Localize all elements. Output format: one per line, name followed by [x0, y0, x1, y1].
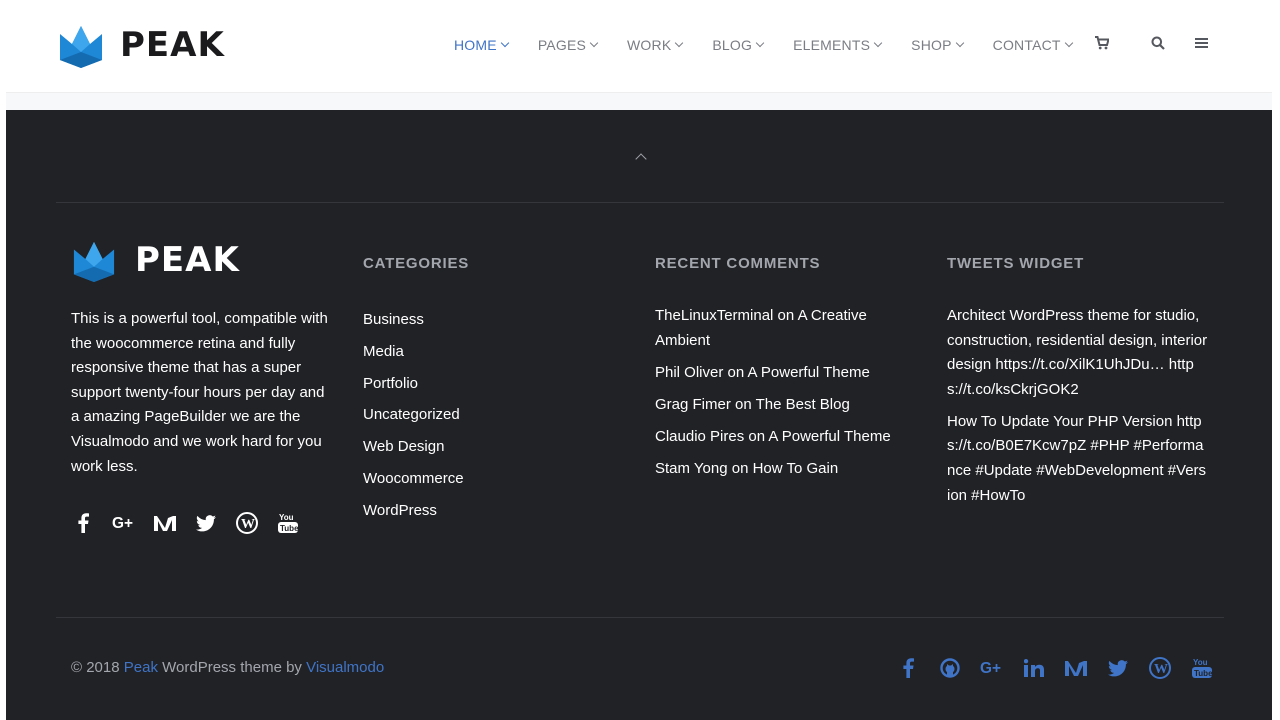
github-icon[interactable]	[938, 656, 962, 680]
main-nav: HOME PAGES WORK BLOG ELEMENTS SHOP CONTA…	[454, 37, 1102, 53]
svg-text:G+: G+	[112, 515, 133, 532]
nav-item-elements[interactable]: ELEMENTS	[793, 37, 883, 53]
chevron-down-icon	[873, 38, 883, 48]
footer-tweets-column: TWEETS WIDGET Architect WordPress theme …	[947, 238, 1209, 516]
comment-link[interactable]: Claudio Pires on A Powerful Theme	[655, 425, 920, 450]
nav-label: WORK	[627, 37, 672, 53]
chevron-down-icon	[955, 38, 964, 48]
svg-text:W: W	[1154, 662, 1168, 677]
nav-item-work[interactable]: WORK	[627, 37, 684, 53]
copyright-year: © 2018	[71, 659, 120, 676]
tweets-list: Architect WordPress theme for studio, co…	[947, 304, 1209, 508]
categories-list: Business Media Portfolio Uncategorized W…	[363, 304, 469, 527]
recent-comments-title: RECENT COMMENTS	[655, 255, 821, 272]
category-link[interactable]: Portfolio	[363, 368, 469, 400]
chevron-down-icon	[589, 38, 599, 48]
twitter-icon[interactable]	[1106, 656, 1130, 680]
tweet-item[interactable]: How To Update Your PHP Version https://t…	[947, 410, 1209, 508]
page-edge-right	[1272, 0, 1280, 720]
copyright-text: WordPress theme by	[162, 659, 302, 676]
comment-link[interactable]: Stam Yong on How To Gain	[655, 457, 920, 482]
tweets-title: TWEETS WIDGET	[947, 255, 1085, 272]
facebook-icon[interactable]	[896, 656, 920, 680]
category-link[interactable]: Woocommerce	[363, 463, 469, 495]
author-link[interactable]: Visualmodo	[306, 659, 384, 676]
brand-link[interactable]: Peak	[124, 659, 158, 676]
youtube-icon[interactable]: You Tube	[276, 511, 300, 535]
nav-item-shop[interactable]: SHOP	[911, 37, 964, 53]
footer-social-icons: G+ W You Tube	[71, 511, 331, 535]
medium-icon[interactable]	[1064, 656, 1088, 680]
tweet-item[interactable]: Architect WordPress theme for studio, co…	[947, 304, 1209, 402]
site-header: PEAK HOME PAGES WORK BLOG ELEMENTS SHOP …	[6, 0, 1272, 92]
footer-brand-name: PEAK	[135, 240, 240, 280]
nav-item-home[interactable]: HOME	[454, 37, 510, 53]
about-text: This is a powerful tool, compatible with…	[71, 310, 328, 475]
footer-recent-comments-column: RECENT COMMENTS TheLinuxTerminal on A Cr…	[655, 238, 920, 489]
category-link[interactable]: Web Design	[363, 431, 469, 463]
footer-about-column: PEAK This is a powerful tool, compatible…	[71, 238, 331, 535]
category-link[interactable]: Media	[363, 336, 469, 368]
footer-categories-column: CATEGORIES Business Media Portfolio Unca…	[363, 238, 469, 527]
site-footer: PEAK This is a powerful tool, compatible…	[6, 110, 1272, 720]
nav-label: PAGES	[537, 37, 587, 53]
nav-label: CONTACT	[992, 37, 1061, 53]
youtube-icon[interactable]: You Tube	[1190, 656, 1214, 680]
medium-icon[interactable]	[153, 511, 177, 535]
wordpress-icon[interactable]: W	[235, 511, 259, 535]
nav-label: BLOG	[712, 37, 753, 53]
svg-text:G+: G+	[980, 660, 1001, 677]
comment-link[interactable]: TheLinuxTerminal on A Creative Ambient	[655, 304, 920, 353]
nav-item-contact[interactable]: CONTACT	[992, 37, 1073, 53]
cart-icon[interactable]	[1095, 36, 1109, 50]
copyright: © 2018 Peak WordPress theme by Visualmod…	[71, 659, 384, 676]
facebook-icon[interactable]	[71, 511, 95, 535]
svg-text:Tube: Tube	[280, 524, 298, 533]
comment-link[interactable]: Grag Fimer on The Best Blog	[655, 393, 920, 418]
footer-divider-top	[56, 202, 1224, 203]
header-logo[interactable]: PEAK	[58, 22, 225, 68]
header-divider	[6, 92, 1272, 110]
search-icon[interactable]	[1151, 36, 1165, 50]
linkedin-icon[interactable]	[1022, 656, 1046, 680]
bottom-social-icons: G+ W You Tube	[896, 656, 1232, 680]
nav-label: SHOP	[911, 37, 952, 53]
wordpress-icon[interactable]: W	[1148, 656, 1172, 680]
chevron-down-icon	[500, 38, 510, 48]
menu-icon[interactable]	[1195, 36, 1208, 50]
svg-text:W: W	[241, 517, 255, 532]
comment-link[interactable]: Phil Oliver on A Powerful Theme	[655, 361, 920, 386]
nav-label: HOME	[454, 37, 497, 53]
twitter-icon[interactable]	[194, 511, 218, 535]
chevron-down-icon	[675, 38, 684, 48]
brand-name: PEAK	[120, 25, 225, 65]
nav-item-pages[interactable]: PAGES	[537, 37, 599, 53]
nav-item-blog[interactable]: BLOG	[712, 37, 765, 53]
category-link[interactable]: Uncategorized	[363, 399, 469, 431]
footer-divider-bottom	[56, 617, 1224, 618]
google-plus-icon[interactable]: G+	[980, 656, 1004, 680]
svg-text:Tube: Tube	[1194, 669, 1212, 678]
svg-text:You: You	[279, 513, 294, 522]
chevron-down-icon	[1064, 38, 1073, 48]
category-link[interactable]: Business	[363, 304, 469, 336]
crown-logo-icon	[73, 241, 115, 282]
nav-label: ELEMENTS	[793, 37, 871, 53]
chevron-down-icon	[755, 38, 765, 48]
footer-logo[interactable]: PEAK	[71, 238, 331, 282]
google-plus-icon[interactable]: G+	[112, 511, 136, 535]
categories-title: CATEGORIES	[363, 255, 470, 272]
svg-text:You: You	[1193, 658, 1208, 667]
recent-comments-list: TheLinuxTerminal on A Creative Ambient P…	[655, 304, 920, 481]
back-to-top-icon[interactable]	[634, 150, 648, 164]
category-link[interactable]: WordPress	[363, 495, 469, 527]
crown-logo-icon	[60, 26, 102, 68]
